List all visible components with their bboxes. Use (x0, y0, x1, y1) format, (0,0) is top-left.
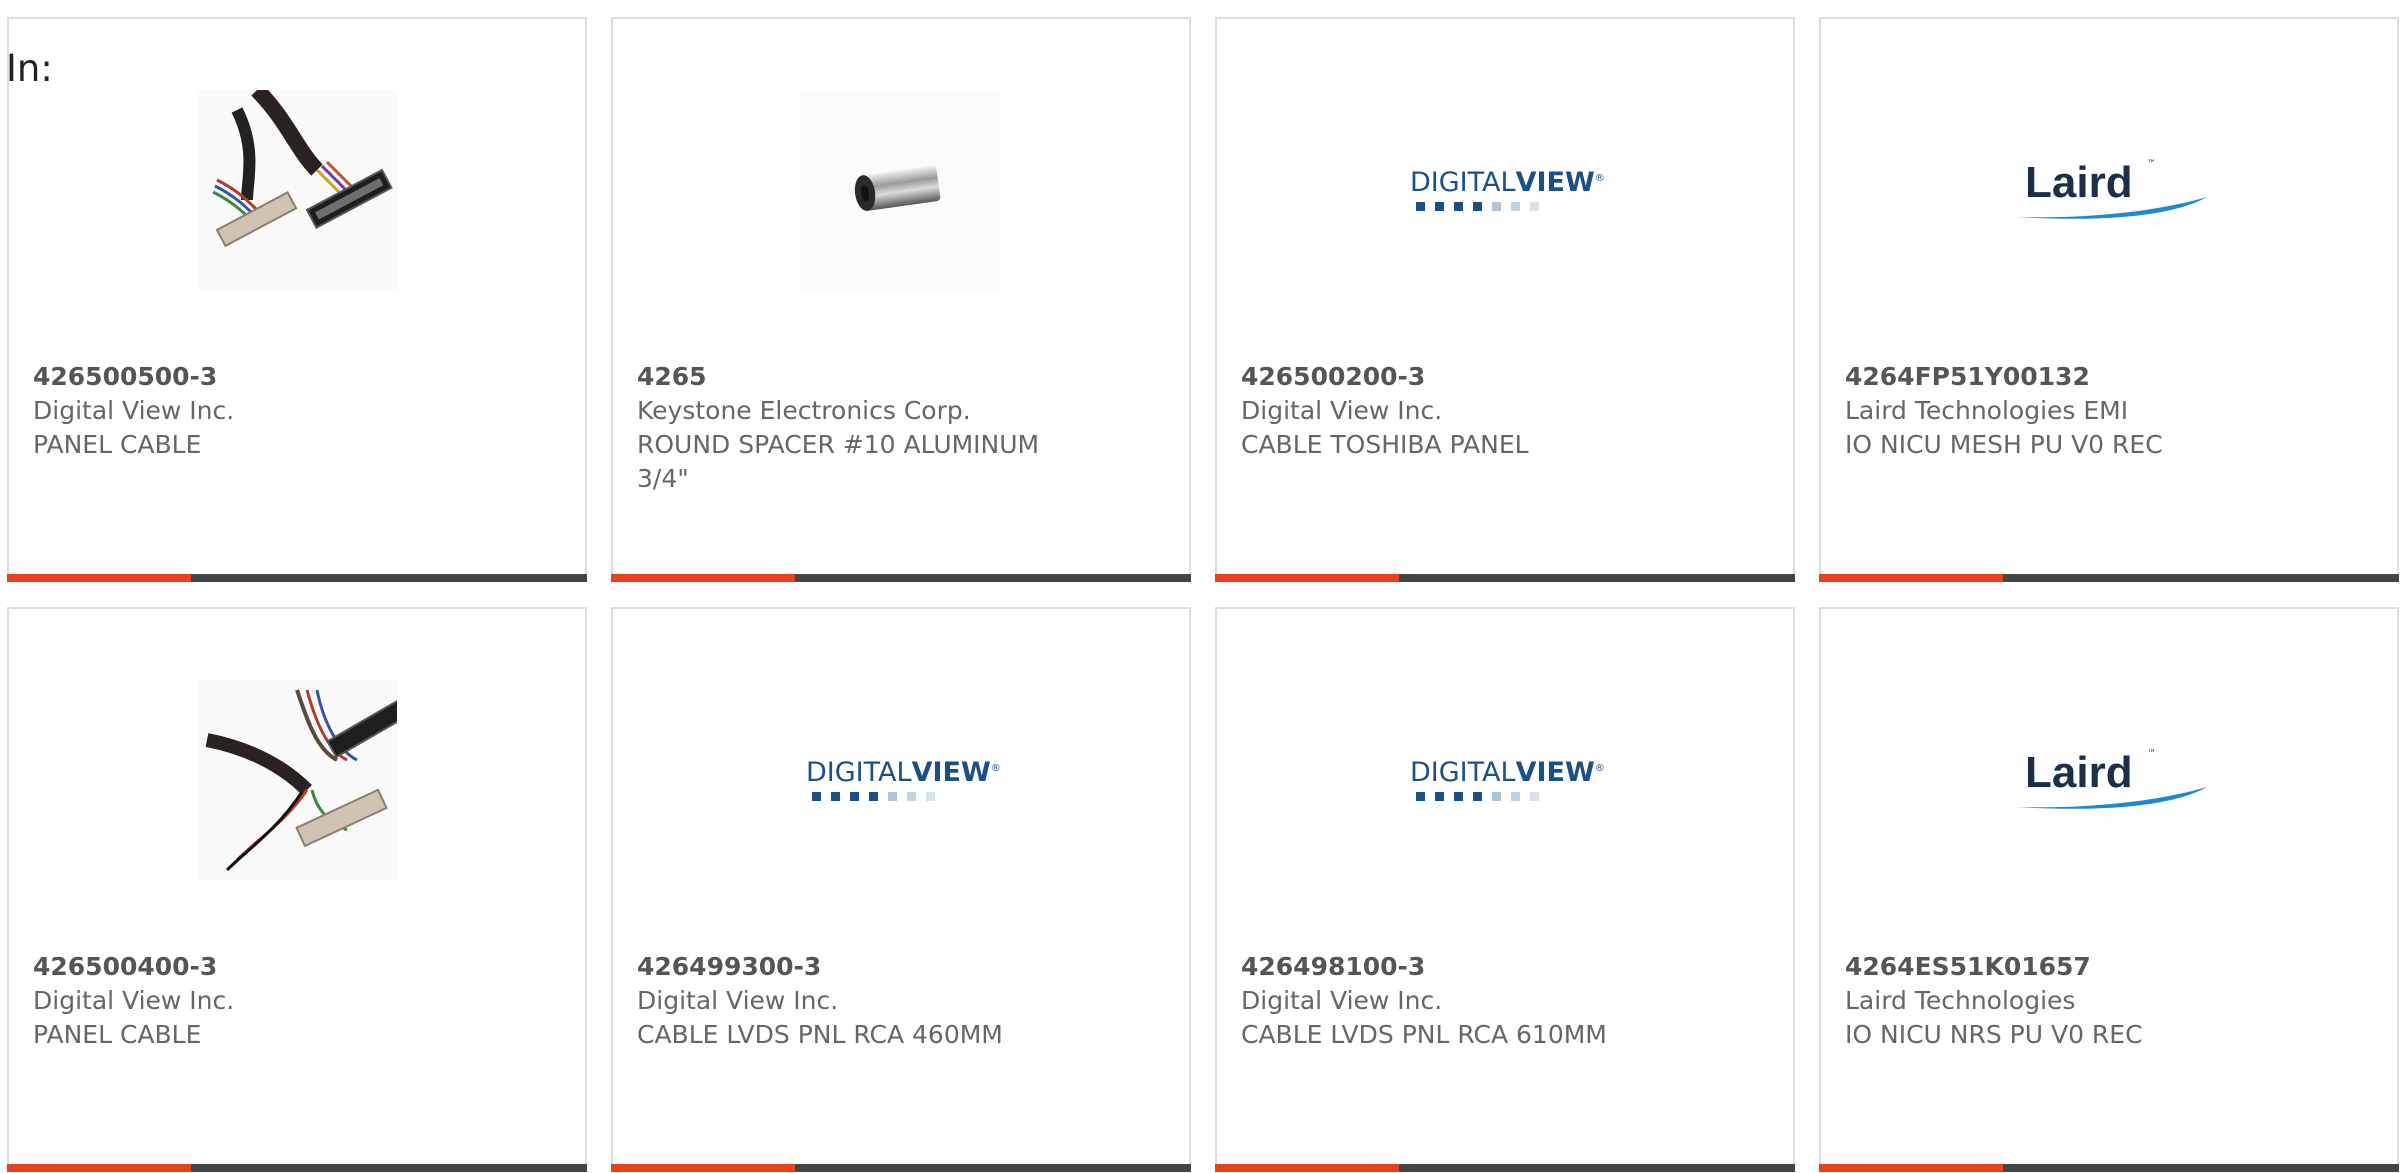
manufacturer-name: Digital View Inc. (637, 986, 839, 1015)
logo-mark: ™ (2147, 749, 2156, 759)
product-description: CABLE TOSHIBA PANEL (1241, 430, 1529, 459)
manufacturer-name: Digital View Inc. (1241, 986, 1443, 1015)
product-image[interactable]: DIGITALVIEW® (1404, 679, 1606, 881)
card-accent-bar (7, 574, 587, 582)
card-accent-bar (1215, 574, 1795, 582)
product-image[interactable]: DIGITALVIEW® (800, 679, 1002, 881)
product-description: IO NICU MESH PU V0 REC (1845, 430, 2163, 459)
digitalview-logo: DIGITALVIEW® (806, 757, 1001, 801)
manufacturer-name: Laird Technologies EMI (1845, 396, 2129, 425)
accent-segment (1215, 574, 1399, 582)
manufacturer-name: Digital View Inc. (33, 396, 235, 425)
product-card[interactable]: 426500500-3 Digital View Inc. PANEL CABL… (7, 17, 587, 582)
cable-assembly-image (197, 680, 397, 880)
logo-dots (1416, 792, 1600, 801)
part-number[interactable]: 4265 (637, 360, 1077, 394)
bar-segment (1399, 1164, 1795, 1172)
logo-mark: ® (1594, 173, 1605, 184)
accent-segment (7, 574, 191, 582)
product-description: CABLE LVDS PNL RCA 610MM (1241, 1020, 1607, 1049)
part-number[interactable]: 426500200-3 (1241, 360, 1681, 394)
logo-text-bold: VIEW (1515, 757, 1595, 788)
logo-text: DIGITAL (1410, 757, 1516, 788)
bar-segment (1399, 574, 1795, 582)
accent-segment (611, 1164, 795, 1172)
card-accent-bar (1819, 574, 2399, 582)
part-number[interactable]: 426499300-3 (637, 950, 1077, 984)
logo-mark: ® (1594, 763, 1605, 774)
card-accent-bar (611, 574, 1191, 582)
manufacturer-name: Digital View Inc. (33, 986, 235, 1015)
product-card[interactable]: 426500400-3 Digital View Inc. PANEL CABL… (7, 607, 587, 1172)
card-accent-bar (1215, 1164, 1795, 1172)
bar-segment (795, 574, 1191, 582)
product-card[interactable]: DIGITALVIEW® 426498100-3 Digital View In… (1215, 607, 1795, 1172)
card-accent-bar (1819, 1164, 2399, 1172)
logo-mark: ™ (2147, 159, 2156, 169)
part-number[interactable]: 426500400-3 (33, 950, 473, 984)
manufacturer-name: Digital View Inc. (1241, 396, 1443, 425)
part-number[interactable]: 426500500-3 (33, 360, 473, 394)
product-description: ROUND SPACER #10 ALUMINUM 3/4" (637, 430, 1040, 493)
product-description: CABLE LVDS PNL RCA 460MM (637, 1020, 1003, 1049)
cable-assembly-image (197, 90, 397, 290)
logo-text: Laird (2025, 158, 2133, 207)
logo-text: Laird (2025, 748, 2133, 797)
product-card[interactable]: DIGITALVIEW® 426500200-3 Digital View In… (1215, 17, 1795, 582)
round-spacer-image (801, 90, 1001, 290)
bar-segment (191, 574, 587, 582)
digitalview-logo: DIGITALVIEW® (1410, 167, 1605, 211)
logo-text-bold: VIEW (911, 757, 991, 788)
accent-segment (1215, 1164, 1399, 1172)
product-image[interactable] (196, 679, 398, 881)
accent-segment (7, 1164, 191, 1172)
product-image[interactable]: Laird ™ (2008, 679, 2210, 881)
logo-dots (1416, 202, 1600, 211)
product-card[interactable]: Laird ™ 4264ES51K01657 Laird Technologie… (1819, 607, 2399, 1172)
accent-segment (611, 574, 795, 582)
bar-segment (2003, 1164, 2399, 1172)
card-accent-bar (7, 1164, 587, 1172)
part-number[interactable]: 4264ES51K01657 (1845, 950, 2285, 984)
product-image[interactable] (196, 89, 398, 291)
part-number[interactable]: 4264FP51Y00132 (1845, 360, 2285, 394)
logo-text-bold: VIEW (1515, 167, 1595, 198)
bar-segment (795, 1164, 1191, 1172)
accent-segment (1819, 574, 2003, 582)
logo-dots (812, 792, 996, 801)
product-image[interactable] (800, 89, 1002, 291)
laird-logo: Laird ™ (2009, 155, 2209, 225)
laird-logo: Laird ™ (2009, 745, 2209, 815)
product-card[interactable]: 4265 Keystone Electronics Corp. ROUND SP… (611, 17, 1191, 582)
product-image[interactable]: Laird ™ (2008, 89, 2210, 291)
product-card[interactable]: Laird ™ 4264FP51Y00132 Laird Technologie… (1819, 17, 2399, 582)
logo-text: DIGITAL (806, 757, 912, 788)
part-number[interactable]: 426498100-3 (1241, 950, 1681, 984)
logo-mark: ® (990, 763, 1001, 774)
bar-segment (2003, 574, 2399, 582)
logo-text: DIGITAL (1410, 167, 1516, 198)
digitalview-logo: DIGITALVIEW® (1410, 757, 1605, 801)
product-description: PANEL CABLE (33, 430, 202, 459)
bar-segment (191, 1164, 587, 1172)
product-grid: 426500500-3 Digital View Inc. PANEL CABL… (7, 17, 2400, 1172)
manufacturer-name: Keystone Electronics Corp. (637, 396, 971, 425)
accent-segment (1819, 1164, 2003, 1172)
product-card[interactable]: DIGITALVIEW® 426499300-3 Digital View In… (611, 607, 1191, 1172)
product-description: PANEL CABLE (33, 1020, 202, 1049)
manufacturer-name: Laird Technologies (1845, 986, 2076, 1015)
product-image[interactable]: DIGITALVIEW® (1404, 89, 1606, 291)
card-accent-bar (611, 1164, 1191, 1172)
filter-label: In: (6, 47, 53, 90)
product-description: IO NICU NRS PU V0 REC (1845, 1020, 2143, 1049)
